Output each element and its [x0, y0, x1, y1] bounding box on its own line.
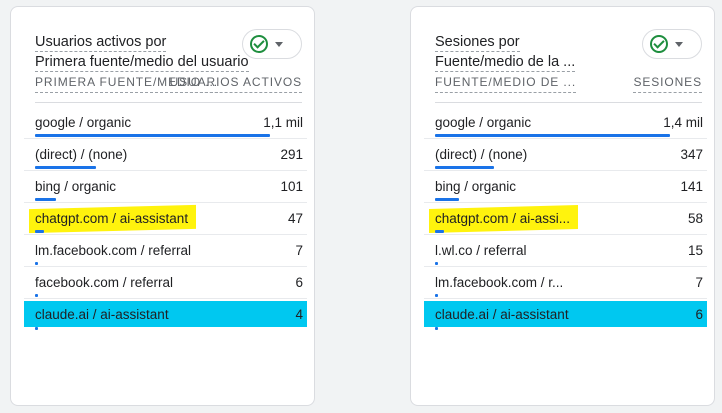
card-title[interactable]: Sesiones por Fuente/medio de la ...: [435, 32, 670, 72]
row-value: 291: [280, 147, 303, 162]
row-value: 7: [695, 275, 703, 290]
column-header-metric[interactable]: SESIONES: [633, 75, 702, 93]
card-active-users: Usuarios activos por Primera fuente/medi…: [10, 6, 315, 406]
column-header-dimension[interactable]: FUENTE/MEDIO DE ...: [435, 75, 577, 93]
column-header-metric[interactable]: USUARIOS ACTIVOS: [169, 75, 302, 93]
card-title-line1[interactable]: Sesiones por: [435, 34, 520, 52]
row-bar: [435, 230, 444, 233]
table-row[interactable]: google / organic 1,4 mil: [424, 107, 707, 139]
row-label: (direct) / (none): [435, 147, 528, 162]
table-row[interactable]: claude.ai / ai-assistant 4: [24, 299, 307, 331]
row-value: 47: [287, 211, 303, 226]
table-row[interactable]: chatgpt.com / ai-assistant 47: [24, 203, 307, 235]
card-title-line1[interactable]: Usuarios activos por: [35, 34, 167, 52]
comparison-status-button[interactable]: [642, 29, 702, 59]
table-row[interactable]: facebook.com / referral 6: [24, 267, 307, 299]
row-label: claude.ai / ai-assistant: [35, 307, 169, 322]
row-bar: [35, 198, 56, 201]
row-value: 1,1 mil: [263, 115, 303, 130]
comparison-status-button[interactable]: [242, 29, 302, 59]
row-label: (direct) / (none): [35, 147, 128, 162]
row-label: lm.facebook.com / referral: [35, 243, 192, 258]
table-row[interactable]: lm.facebook.com / referral 7: [24, 235, 307, 267]
chevron-down-icon: [275, 41, 283, 47]
row-value: 141: [680, 179, 703, 194]
row-bar: [435, 166, 494, 169]
table-row[interactable]: lm.facebook.com / r... 7: [424, 267, 707, 299]
table-row[interactable]: bing / organic 141: [424, 171, 707, 203]
row-label: facebook.com / referral: [35, 275, 174, 290]
row-value: 15: [687, 243, 703, 258]
header-divider: [35, 102, 302, 103]
table-row[interactable]: chatgpt.com / ai-assi... 58: [424, 203, 707, 235]
row-bar: [435, 327, 438, 330]
table-row[interactable]: (direct) / (none) 291: [24, 139, 307, 171]
row-value: 6: [695, 307, 703, 322]
card-sessions: Sesiones por Fuente/medio de la ... FUEN…: [410, 6, 715, 406]
row-value: 1,4 mil: [663, 115, 703, 130]
row-value: 58: [687, 211, 703, 226]
row-label: bing / organic: [435, 179, 517, 194]
row-value: 4: [295, 307, 303, 322]
row-bar: [35, 230, 44, 233]
check-circle-icon: [650, 35, 668, 53]
row-label: bing / organic: [35, 179, 117, 194]
row-bar: [35, 262, 38, 265]
row-label: google / organic: [435, 115, 532, 130]
table-header: FUENTE/MEDIO DE ... SESIONES: [435, 75, 702, 103]
check-circle-icon: [250, 35, 268, 53]
row-value: 101: [280, 179, 303, 194]
row-value: 7: [295, 243, 303, 258]
row-bar: [435, 198, 459, 201]
row-bar: [435, 262, 438, 265]
row-bar: [35, 166, 96, 169]
row-label: lm.facebook.com / r...: [435, 275, 564, 290]
row-label: google / organic: [35, 115, 132, 130]
card-title-line2[interactable]: Fuente/medio de la ...: [435, 54, 576, 72]
row-bar: [435, 134, 670, 137]
row-label: l.wl.co / referral: [435, 243, 527, 258]
table-body: google / organic 1,4 mil (direct) / (none…: [424, 107, 707, 331]
table-row[interactable]: bing / organic 101: [24, 171, 307, 203]
table-header: PRIMERA FUENTE/MEDIO ... USUARIOS ACTIVO…: [35, 75, 302, 103]
card-title-line2[interactable]: Primera fuente/medio del usuario: [35, 54, 249, 72]
row-label: chatgpt.com / ai-assistant: [35, 211, 189, 226]
chevron-down-icon: [675, 41, 683, 47]
row-bar: [435, 294, 438, 297]
table-row[interactable]: l.wl.co / referral 15: [424, 235, 707, 267]
row-bar: [35, 294, 38, 297]
row-label: claude.ai / ai-assistant: [435, 307, 569, 322]
table-row[interactable]: claude.ai / ai-assistant 6: [424, 299, 707, 331]
row-value: 6: [295, 275, 303, 290]
row-bar: [35, 327, 38, 330]
row-bar: [35, 134, 270, 137]
card-title[interactable]: Usuarios activos por Primera fuente/medi…: [35, 32, 270, 72]
row-label: chatgpt.com / ai-assi...: [435, 211, 571, 226]
table-row[interactable]: google / organic 1,1 mil: [24, 107, 307, 139]
header-divider: [435, 102, 702, 103]
row-value: 347: [680, 147, 703, 162]
table-body: google / organic 1,1 mil (direct) / (none…: [24, 107, 307, 331]
table-row[interactable]: (direct) / (none) 347: [424, 139, 707, 171]
